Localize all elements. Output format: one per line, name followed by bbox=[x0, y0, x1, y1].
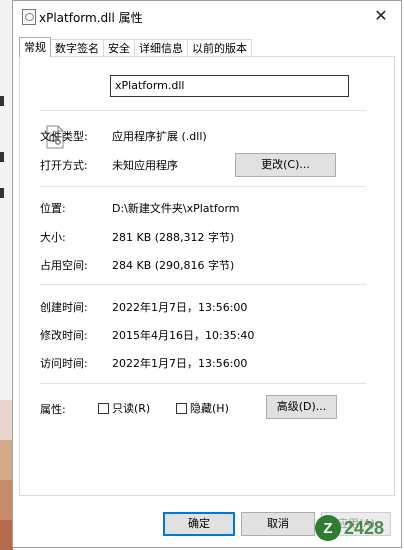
tab-security[interactable]: 安全 bbox=[103, 39, 135, 57]
accessed-label: 访问时间: bbox=[40, 357, 88, 370]
tab-details[interactable]: 详细信息 bbox=[134, 39, 188, 57]
checkbox-box[interactable] bbox=[176, 402, 187, 414]
properties-dialog: xPlatform.dll 属性 ✕ 常规 数字签名 安全 详细信息 以前的版本… bbox=[12, 0, 402, 548]
created-label: 创建时间: bbox=[40, 301, 88, 314]
size-value: 281 KB (288,312 字节) bbox=[112, 231, 235, 244]
location-value: D:\新建文件夹\xPlatform bbox=[112, 202, 240, 215]
general-tab-panel bbox=[19, 56, 395, 496]
file-type-value: 应用程序扩展 (.dll) bbox=[112, 130, 207, 143]
close-button[interactable]: ✕ bbox=[371, 6, 391, 26]
attributes-label: 属性: bbox=[40, 403, 66, 416]
cancel-button[interactable]: 取消 bbox=[241, 512, 315, 536]
watermark-logo-icon: Z 2428 bbox=[315, 515, 384, 541]
hidden-checkbox[interactable]: 隐藏(H) bbox=[176, 400, 229, 416]
change-button[interactable]: 更改(C)... bbox=[235, 153, 336, 177]
checkbox-box[interactable] bbox=[98, 402, 109, 414]
tab-general[interactable]: 常规 bbox=[19, 37, 51, 57]
file-icon bbox=[22, 9, 36, 25]
site-watermark: Z 2428 bbox=[314, 510, 398, 546]
open-with-label: 打开方式: bbox=[40, 159, 88, 172]
background-mark bbox=[0, 188, 4, 198]
svg-text:2428: 2428 bbox=[344, 518, 384, 538]
background-mark bbox=[0, 152, 4, 162]
modified-value: 2015年4月16日，10:35:40 bbox=[112, 329, 255, 342]
tab-bar: 常规 数字签名 安全 详细信息 以前的版本 bbox=[19, 37, 252, 57]
ok-button[interactable]: 确定 bbox=[163, 512, 235, 536]
location-label: 位置: bbox=[40, 202, 66, 215]
created-value: 2022年1月7日，13:56:00 bbox=[112, 301, 248, 314]
size-on-disk-label: 占用空间: bbox=[40, 259, 88, 272]
file-name-field[interactable]: xPlatform.dll bbox=[110, 75, 349, 97]
divider bbox=[40, 110, 366, 111]
readonly-checkbox[interactable]: 只读(R) bbox=[98, 400, 150, 416]
hidden-label: 隐藏(H) bbox=[190, 402, 229, 415]
file-type-label: 文件类型: bbox=[40, 130, 88, 143]
tab-digital-signatures[interactable]: 数字签名 bbox=[50, 39, 104, 57]
readonly-label: 只读(R) bbox=[112, 402, 151, 415]
close-icon: ✕ bbox=[374, 6, 388, 25]
tab-previous-versions[interactable]: 以前的版本 bbox=[187, 39, 252, 57]
advanced-button[interactable]: 高级(D)... bbox=[266, 395, 337, 419]
title-bar[interactable]: xPlatform.dll 属性 ✕ bbox=[13, 1, 401, 31]
modified-label: 修改时间: bbox=[40, 329, 88, 342]
divider bbox=[40, 186, 366, 187]
divider bbox=[40, 284, 366, 285]
open-with-value: 未知应用程序 bbox=[112, 159, 178, 172]
size-on-disk-value: 284 KB (290,816 字节) bbox=[112, 259, 235, 272]
divider bbox=[40, 383, 366, 384]
svg-text:Z: Z bbox=[323, 520, 332, 537]
background-mark bbox=[0, 96, 4, 106]
accessed-value: 2022年1月7日，13:56:00 bbox=[112, 357, 248, 370]
size-label: 大小: bbox=[40, 231, 66, 244]
window-title: xPlatform.dll 属性 bbox=[39, 11, 143, 25]
